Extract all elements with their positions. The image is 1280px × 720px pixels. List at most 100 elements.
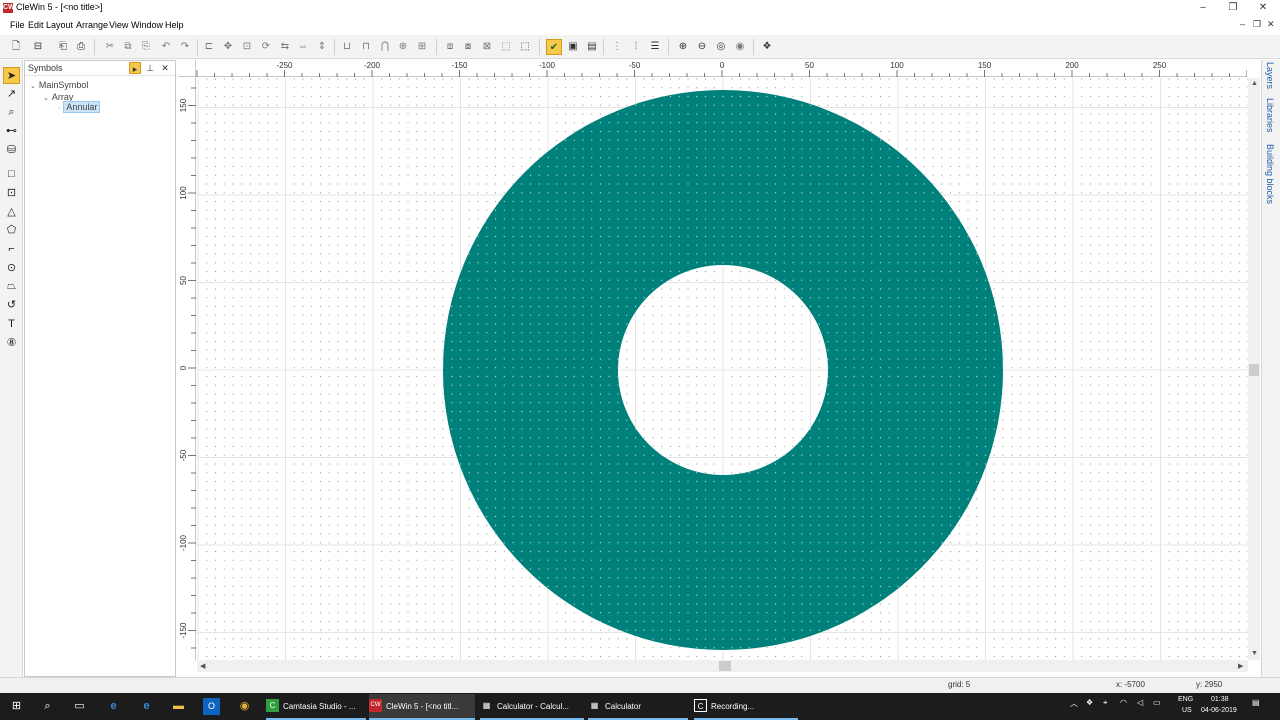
tree-item-mainsymbol[interactable]: ⌄ MainSymbol	[30, 80, 88, 90]
panel-close-icon[interactable]: ✕	[159, 62, 171, 74]
vertical-scroll-thumb[interactable]	[1249, 364, 1259, 376]
mirror-icon[interactable]: ⇆	[277, 39, 293, 55]
select-arrow-icon[interactable]: ➤	[3, 67, 20, 84]
merge-icon[interactable]: ⊞	[414, 39, 430, 55]
boolean-subtract-icon[interactable]: ⊓	[358, 39, 374, 55]
boolean-union-icon[interactable]: ⊔	[339, 39, 355, 55]
clock-date[interactable]: 04-06-2019	[1201, 707, 1237, 714]
notifications-icon[interactable]: ▤	[1252, 698, 1260, 707]
tab-building-blocks[interactable]: Building blocks	[1265, 144, 1275, 204]
menu-layout[interactable]: Layout	[46, 20, 73, 30]
minimize-button[interactable]: –	[1188, 0, 1218, 16]
dropbox-icon[interactable]: ❖	[1086, 698, 1093, 707]
group-icon[interactable]: ⧈	[442, 39, 458, 55]
task-clewin[interactable]: CW CleWin 5 - [<no titl...	[369, 694, 475, 720]
close-button[interactable]: ✕	[1248, 0, 1278, 16]
new-file-icon[interactable]: 🗋	[8, 39, 24, 55]
save-file-icon[interactable]: ⎗	[55, 39, 71, 55]
volume-icon[interactable]: ◁	[1137, 698, 1143, 707]
scroll-down-icon[interactable]: ▼	[1251, 650, 1258, 657]
tab-libraries[interactable]: Libraries	[1265, 98, 1275, 133]
collapse-chevron-icon[interactable]: ⌄	[43, 95, 49, 102]
zoom-window-icon[interactable]: ◉	[732, 39, 748, 55]
chrome-icon[interactable]: ◉	[236, 698, 253, 715]
maximize-button[interactable]: ❐	[1218, 0, 1248, 16]
layer-stack-icon[interactable]: ❖	[759, 39, 775, 55]
network-icon[interactable]: ⌖	[1103, 698, 1108, 708]
paste-icon[interactable]: ⎘	[138, 39, 154, 55]
zoom-out-icon[interactable]: ⊖	[694, 39, 710, 55]
language-bottom[interactable]: US	[1182, 707, 1192, 714]
layer-table-icon[interactable]: ▤	[584, 39, 600, 55]
clock-time[interactable]: 01:38	[1211, 696, 1229, 703]
edge-browser-icon[interactable]: e	[105, 698, 122, 715]
copy-icon[interactable]: ⧉	[120, 39, 136, 55]
open-file-icon[interactable]: ⊟	[30, 39, 46, 55]
symbols-toggle-icon[interactable]: ▸	[129, 62, 141, 74]
polygon-icon[interactable]: ⬠	[3, 222, 20, 239]
layout-canvas[interactable]	[197, 78, 1248, 660]
array-icon[interactable]: ⊠	[479, 39, 495, 55]
scroll-up-icon[interactable]: ▲	[1251, 80, 1258, 87]
rectangle-icon[interactable]: □	[3, 166, 20, 183]
cut-icon[interactable]: ✂	[102, 39, 118, 55]
zoom-fit-icon[interactable]: ◎	[713, 39, 729, 55]
magnifier-icon[interactable]: ⌕	[3, 104, 20, 121]
grid-snap-icon[interactable]: ⁞	[628, 39, 644, 55]
wifi-icon[interactable]: ◠	[1120, 698, 1127, 707]
snap-check-icon[interactable]: ✔	[546, 39, 562, 55]
lock-icon[interactable]: ▣	[565, 39, 581, 55]
mdi-restore-button[interactable]: ❐	[1253, 19, 1261, 30]
stretch-icon[interactable]: ⇔	[295, 39, 311, 55]
menu-edit[interactable]: Edit	[28, 20, 44, 30]
boolean-intersect-icon[interactable]: ⋂	[377, 39, 393, 55]
outlook-icon[interactable]: O	[203, 698, 220, 715]
keyboard-icon[interactable]: ▭	[1153, 698, 1161, 707]
pin-icon[interactable]: ⊥	[144, 62, 156, 74]
grid-icon[interactable]: ⋮	[609, 39, 625, 55]
search-icon[interactable]: ⌕	[39, 698, 56, 715]
vertical-scrollbar[interactable]: ▲ ▼	[1248, 78, 1260, 660]
symbol-instance-icon[interactable]: ⑧	[3, 335, 20, 352]
wire-icon[interactable]: ⌐	[3, 241, 20, 258]
menu-window[interactable]: Window	[131, 20, 163, 30]
tab-layers[interactable]: Layers	[1265, 62, 1275, 89]
menu-arrange[interactable]: Arrange	[76, 20, 108, 30]
triangle-icon[interactable]: △	[3, 204, 20, 221]
menu-file[interactable]: File	[10, 20, 25, 30]
language-top[interactable]: ENG	[1178, 696, 1193, 703]
layer-tool-icon[interactable]: ⛁	[3, 142, 20, 159]
task-view-icon[interactable]: ▭	[71, 698, 88, 715]
scroll-right-icon[interactable]: ▶	[1238, 662, 1243, 670]
select-box-icon[interactable]: ⬚	[498, 39, 514, 55]
grid-lines-icon[interactable]: ☰	[647, 39, 663, 55]
task-camtasia[interactable]: C Camtasia Studio - ...	[266, 694, 366, 720]
task-recording[interactable]: C Recording...	[694, 694, 798, 720]
scale-icon[interactable]: ⊡	[239, 39, 255, 55]
menu-view[interactable]: View	[109, 20, 128, 30]
tray-expand-icon[interactable]: ︿	[1070, 698, 1078, 709]
tree-item-annular[interactable]: · Annular	[58, 101, 101, 113]
ungroup-icon[interactable]: ⧇	[460, 39, 476, 55]
task-calculator-2[interactable]: ▦ Calculator	[588, 694, 688, 720]
print-icon[interactable]: ⎙	[73, 39, 89, 55]
align-left-icon[interactable]: ⊏	[201, 39, 217, 55]
arc-icon[interactable]: ↺	[3, 297, 20, 314]
mdi-close-button[interactable]: ✕	[1267, 19, 1275, 30]
horizontal-scrollbar[interactable]: ◀ ▶	[197, 660, 1248, 672]
circle-icon[interactable]: ⊙	[3, 260, 20, 277]
mdi-minimize-button[interactable]: –	[1240, 19, 1245, 29]
file-explorer-icon[interactable]: ▬	[170, 698, 187, 715]
internet-explorer-icon[interactable]: e	[138, 698, 155, 715]
menu-help[interactable]: Help	[165, 20, 184, 30]
zoom-in-icon[interactable]: ⊕	[675, 39, 691, 55]
task-calculator-1[interactable]: ▦ Calculator - Calcul...	[480, 694, 584, 720]
collapse-chevron-icon[interactable]: ⌄	[30, 83, 36, 90]
text-icon[interactable]: T	[3, 316, 20, 333]
node-edit-icon[interactable]: ↗	[3, 86, 20, 103]
rotate-icon[interactable]: ⟳	[258, 39, 274, 55]
scroll-left-icon[interactable]: ◀	[200, 662, 205, 670]
boolean-xor-icon[interactable]: ⊕	[395, 39, 411, 55]
horizontal-scroll-thumb[interactable]	[719, 661, 731, 671]
redo-icon[interactable]: ↷	[177, 39, 193, 55]
